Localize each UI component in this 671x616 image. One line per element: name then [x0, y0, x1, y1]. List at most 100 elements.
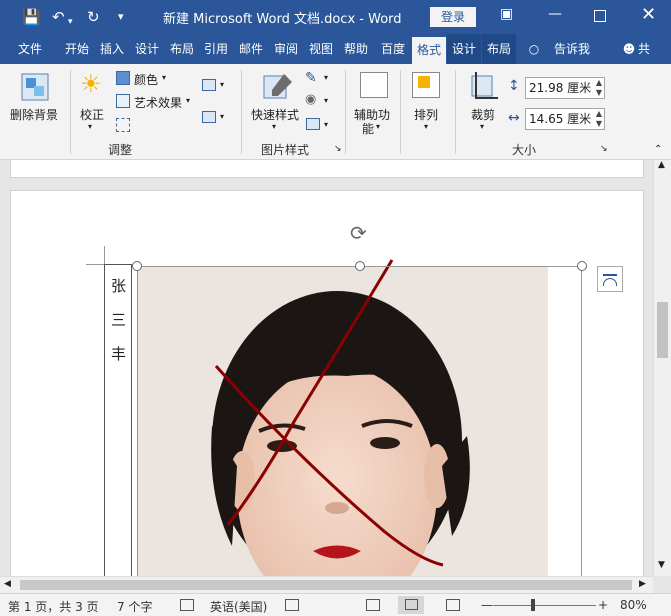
tab-view[interactable]: 视图: [305, 34, 337, 64]
minimize-icon[interactable]: —: [548, 6, 562, 22]
proofing-icon[interactable]: [180, 599, 194, 611]
reset-picture-icon[interactable]: [202, 111, 216, 123]
corrections-icon: ☀: [80, 70, 102, 98]
vertical-scrollbar[interactable]: ▲ ▼: [653, 160, 671, 576]
color-dropdown-icon[interactable]: ▾: [162, 73, 166, 82]
artistic-effects-button[interactable]: 艺术效果: [134, 94, 182, 111]
tab-baidu[interactable]: 百度: [376, 34, 410, 64]
color-button[interactable]: 颜色: [134, 71, 158, 88]
tab-table-design[interactable]: 设计: [447, 34, 481, 64]
vertical-scroll-thumb[interactable]: [657, 302, 668, 358]
crop-dropdown-icon[interactable]: ▾: [480, 122, 484, 131]
horizontal-scroll-thumb[interactable]: [20, 580, 632, 590]
change-picture-icon[interactable]: [202, 79, 216, 91]
resize-handle[interactable]: [132, 261, 142, 271]
corrections-dropdown-icon[interactable]: ▾: [88, 122, 92, 131]
resize-handle[interactable]: [355, 261, 365, 271]
tab-references[interactable]: 引用: [200, 34, 232, 64]
corrections-button[interactable]: 校正: [80, 106, 104, 123]
height-up-icon[interactable]: ▲: [596, 78, 602, 88]
arrange-button[interactable]: 排列: [414, 106, 438, 123]
scroll-left-icon[interactable]: ◀: [4, 579, 11, 589]
dialog-launcher-icon[interactable]: ↘: [334, 144, 342, 154]
picture-border-dropdown-icon[interactable]: ▾: [324, 73, 328, 82]
artistic-effects-dropdown-icon[interactable]: ▾: [186, 96, 190, 105]
zoom-out-icon[interactable]: —: [481, 598, 493, 612]
scroll-down-icon[interactable]: ▼: [658, 560, 665, 570]
close-icon[interactable]: ✕: [641, 4, 656, 25]
arrange-icon-detail: [418, 76, 430, 88]
tab-file[interactable]: 文件: [8, 34, 52, 64]
scroll-right-icon[interactable]: ▶: [639, 579, 646, 589]
status-bar: 第 1 页，共 3 页 7 个字 英语(美国) — + 80%: [0, 593, 671, 616]
tab-mailings[interactable]: 邮件: [235, 34, 267, 64]
picture-layout-dropdown-icon[interactable]: ▾: [324, 120, 328, 129]
height-value: 21.98 厘米: [529, 81, 592, 95]
undo-icon[interactable]: ↶: [52, 7, 65, 27]
customize-qat-icon[interactable]: ▾: [118, 7, 124, 27]
height-down-icon[interactable]: ▼: [596, 88, 602, 98]
color-icon: [116, 71, 130, 85]
layout-options-icon[interactable]: [597, 266, 623, 292]
ribbon-display-icon[interactable]: ▣: [500, 6, 513, 22]
rotate-handle-icon[interactable]: ⟳: [350, 222, 372, 244]
arrange-dropdown-icon[interactable]: ▾: [424, 122, 428, 131]
quick-styles-button[interactable]: 快速样式: [251, 106, 299, 123]
tab-format[interactable]: 格式: [412, 37, 446, 64]
size-group-label: 大小: [512, 143, 537, 157]
page-count[interactable]: 第 1 页，共 3 页: [8, 598, 99, 615]
undo-dropdown-icon[interactable]: ▾: [68, 12, 73, 32]
read-mode-icon[interactable]: [366, 599, 380, 611]
picture-effects-dropdown-icon[interactable]: ▾: [324, 96, 328, 105]
redo-icon[interactable]: ↻: [87, 7, 100, 27]
resize-handle[interactable]: [577, 261, 587, 271]
tab-review[interactable]: 审阅: [270, 34, 302, 64]
tab-home[interactable]: 开始: [60, 34, 94, 64]
compress-pictures-icon[interactable]: [116, 118, 130, 132]
collapse-ribbon-icon[interactable]: ⌃: [654, 144, 662, 155]
reset-picture-dropdown-icon[interactable]: ▾: [220, 112, 224, 121]
tab-table-layout[interactable]: 布局: [482, 34, 516, 64]
macro-icon[interactable]: [285, 599, 299, 611]
zoom-slider-track[interactable]: [493, 605, 596, 606]
remove-background-button[interactable]: 删除背景: [10, 106, 58, 123]
picture-effects-icon[interactable]: ◉: [305, 92, 316, 107]
print-layout-icon[interactable]: [405, 599, 418, 610]
group-separator: [455, 70, 456, 154]
width-spinner[interactable]: 14.65 厘米 ▲ ▼: [525, 108, 605, 130]
horizontal-scrollbar[interactable]: ◀ ▶: [0, 576, 653, 593]
adjust-group-label: 调整: [108, 143, 133, 157]
word-count[interactable]: 7 个字: [117, 598, 152, 615]
group-separator: [400, 70, 401, 154]
group-separator: [241, 70, 242, 154]
accessibility-dropdown-icon[interactable]: ▾: [376, 122, 380, 131]
height-spinner[interactable]: 21.98 厘米 ▲ ▼: [525, 77, 605, 99]
picture-border-icon[interactable]: ✎: [305, 70, 317, 86]
width-down-icon[interactable]: ▼: [596, 119, 602, 129]
quick-styles-dropdown-icon[interactable]: ▾: [272, 122, 276, 131]
tab-design[interactable]: 设计: [131, 34, 163, 64]
scroll-up-icon[interactable]: ▲: [658, 160, 665, 170]
change-picture-dropdown-icon[interactable]: ▾: [220, 80, 224, 89]
tell-me-search[interactable]: 告诉我: [548, 34, 596, 64]
tab-layout[interactable]: 布局: [166, 34, 198, 64]
share-button[interactable]: 共: [638, 34, 668, 64]
group-separator: [70, 70, 71, 154]
login-button[interactable]: 登录: [430, 7, 476, 27]
selection-frame: [137, 266, 582, 576]
language-indicator[interactable]: 英语(美国): [210, 598, 267, 615]
web-layout-icon[interactable]: [446, 599, 460, 611]
lightbulb-icon: ○: [528, 42, 540, 56]
zoom-percentage[interactable]: 80%: [620, 598, 647, 612]
artistic-effects-icon: [116, 94, 130, 108]
width-up-icon[interactable]: ▲: [596, 109, 602, 119]
tab-help[interactable]: 帮助: [340, 34, 372, 64]
picture-layout-icon[interactable]: [306, 118, 320, 130]
zoom-slider-thumb[interactable]: [531, 599, 536, 611]
zoom-in-icon[interactable]: +: [598, 598, 608, 612]
maximize-icon[interactable]: [594, 10, 606, 22]
save-icon[interactable]: 💾: [22, 7, 41, 27]
tab-insert[interactable]: 插入: [96, 34, 128, 64]
size-dialog-launcher-icon[interactable]: ↘: [600, 144, 608, 154]
crop-button[interactable]: 裁剪: [471, 106, 495, 123]
